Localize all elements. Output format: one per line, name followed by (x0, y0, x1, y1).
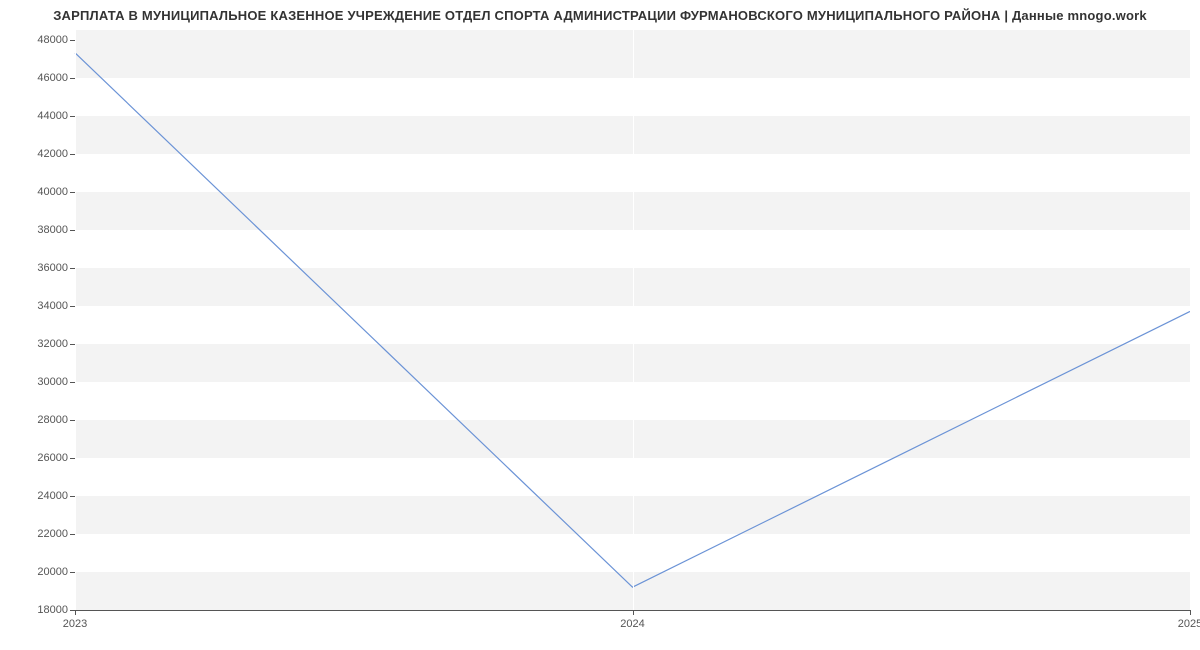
x-tick (75, 610, 76, 615)
y-tick-label: 20000 (37, 566, 68, 578)
y-tick-label: 46000 (37, 72, 68, 84)
y-tick-label: 22000 (37, 528, 68, 540)
x-tick-label: 2025 (1178, 618, 1200, 630)
y-tick-label: 38000 (37, 224, 68, 236)
y-tick-label: 32000 (37, 338, 68, 350)
x-gridline (75, 30, 76, 610)
chart-title: ЗАРПЛАТА В МУНИЦИПАЛЬНОЕ КАЗЕННОЕ УЧРЕЖД… (0, 8, 1200, 23)
y-tick-label: 24000 (37, 490, 68, 502)
x-gridline (1190, 30, 1191, 610)
y-tick-label: 42000 (37, 148, 68, 160)
y-tick-label: 36000 (37, 262, 68, 274)
y-tick-label: 40000 (37, 186, 68, 198)
x-tick-label: 2024 (620, 618, 644, 630)
x-tick-label: 2023 (63, 618, 87, 630)
x-gridline (633, 30, 634, 610)
y-tick-label: 48000 (37, 34, 68, 46)
y-tick-label: 28000 (37, 414, 68, 426)
x-tick (633, 610, 634, 615)
y-tick-label: 26000 (37, 452, 68, 464)
y-tick-label: 34000 (37, 300, 68, 312)
x-tick (1190, 610, 1191, 615)
y-tick-label: 18000 (37, 604, 68, 616)
y-tick-label: 44000 (37, 110, 68, 122)
y-tick-label: 30000 (37, 376, 68, 388)
